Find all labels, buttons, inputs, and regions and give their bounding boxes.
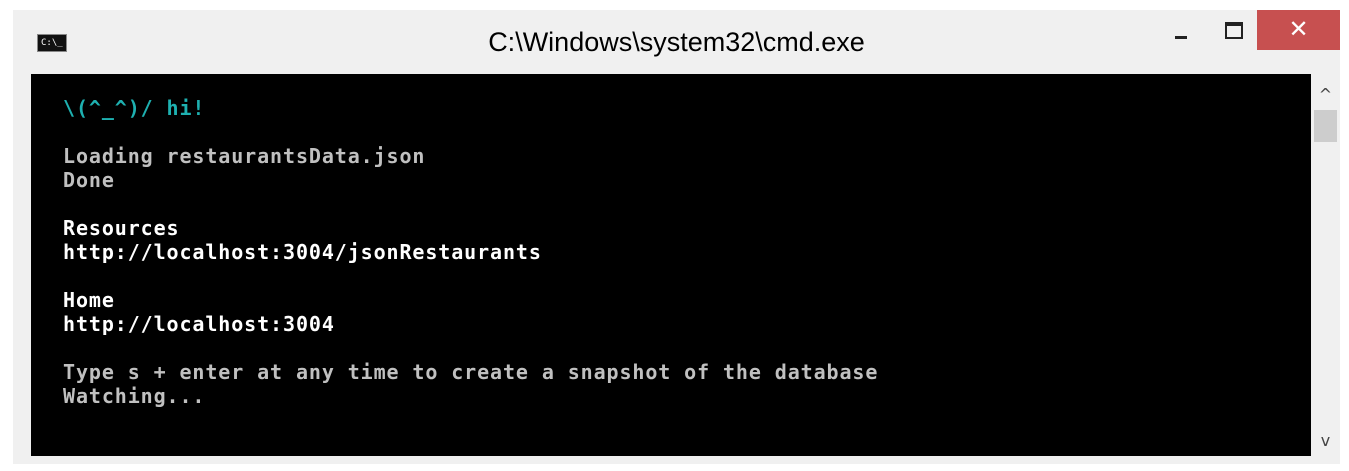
console-line: http://localhost:3004/jsonRestaurants: [63, 240, 542, 264]
console-line: Watching...: [63, 384, 206, 408]
console-line: http://localhost:3004: [63, 312, 335, 336]
console-output[interactable]: \(^_^)/ hi! Loading restaurantsData.json D…: [31, 74, 1311, 456]
console-line: Resources: [63, 216, 180, 240]
scroll-down-arrow-icon[interactable]: v: [1311, 426, 1340, 456]
console-line: Done: [63, 168, 115, 192]
minimize-button[interactable]: [1153, 10, 1209, 50]
close-button[interactable]: ✕: [1257, 10, 1340, 50]
console-line: \(^_^)/ hi!: [63, 96, 206, 120]
close-icon: ✕: [1288, 15, 1309, 43]
minimize-icon: [1175, 36, 1187, 39]
window-title: C:\Windows\system32\cmd.exe: [488, 27, 865, 57]
maximize-button[interactable]: [1209, 10, 1257, 50]
title-bar[interactable]: C:\_ C:\Windows\system32\cmd.exe ✕: [13, 10, 1340, 74]
console-line: Loading restaurantsData.json: [63, 144, 426, 168]
scroll-up-arrow-icon[interactable]: ^: [1311, 80, 1340, 110]
maximize-icon: [1225, 22, 1243, 39]
cmd-window: C:\_ C:\Windows\system32\cmd.exe ✕ \(^_^…: [13, 10, 1340, 464]
console-line: Type s + enter at any time to create a s…: [63, 360, 879, 384]
scroll-thumb[interactable]: [1314, 110, 1337, 142]
console-line: Home: [63, 288, 115, 312]
console-lines: \(^_^)/ hi! Loading restaurantsData.json D…: [63, 96, 878, 408]
vertical-scrollbar[interactable]: ^ v: [1311, 74, 1340, 456]
